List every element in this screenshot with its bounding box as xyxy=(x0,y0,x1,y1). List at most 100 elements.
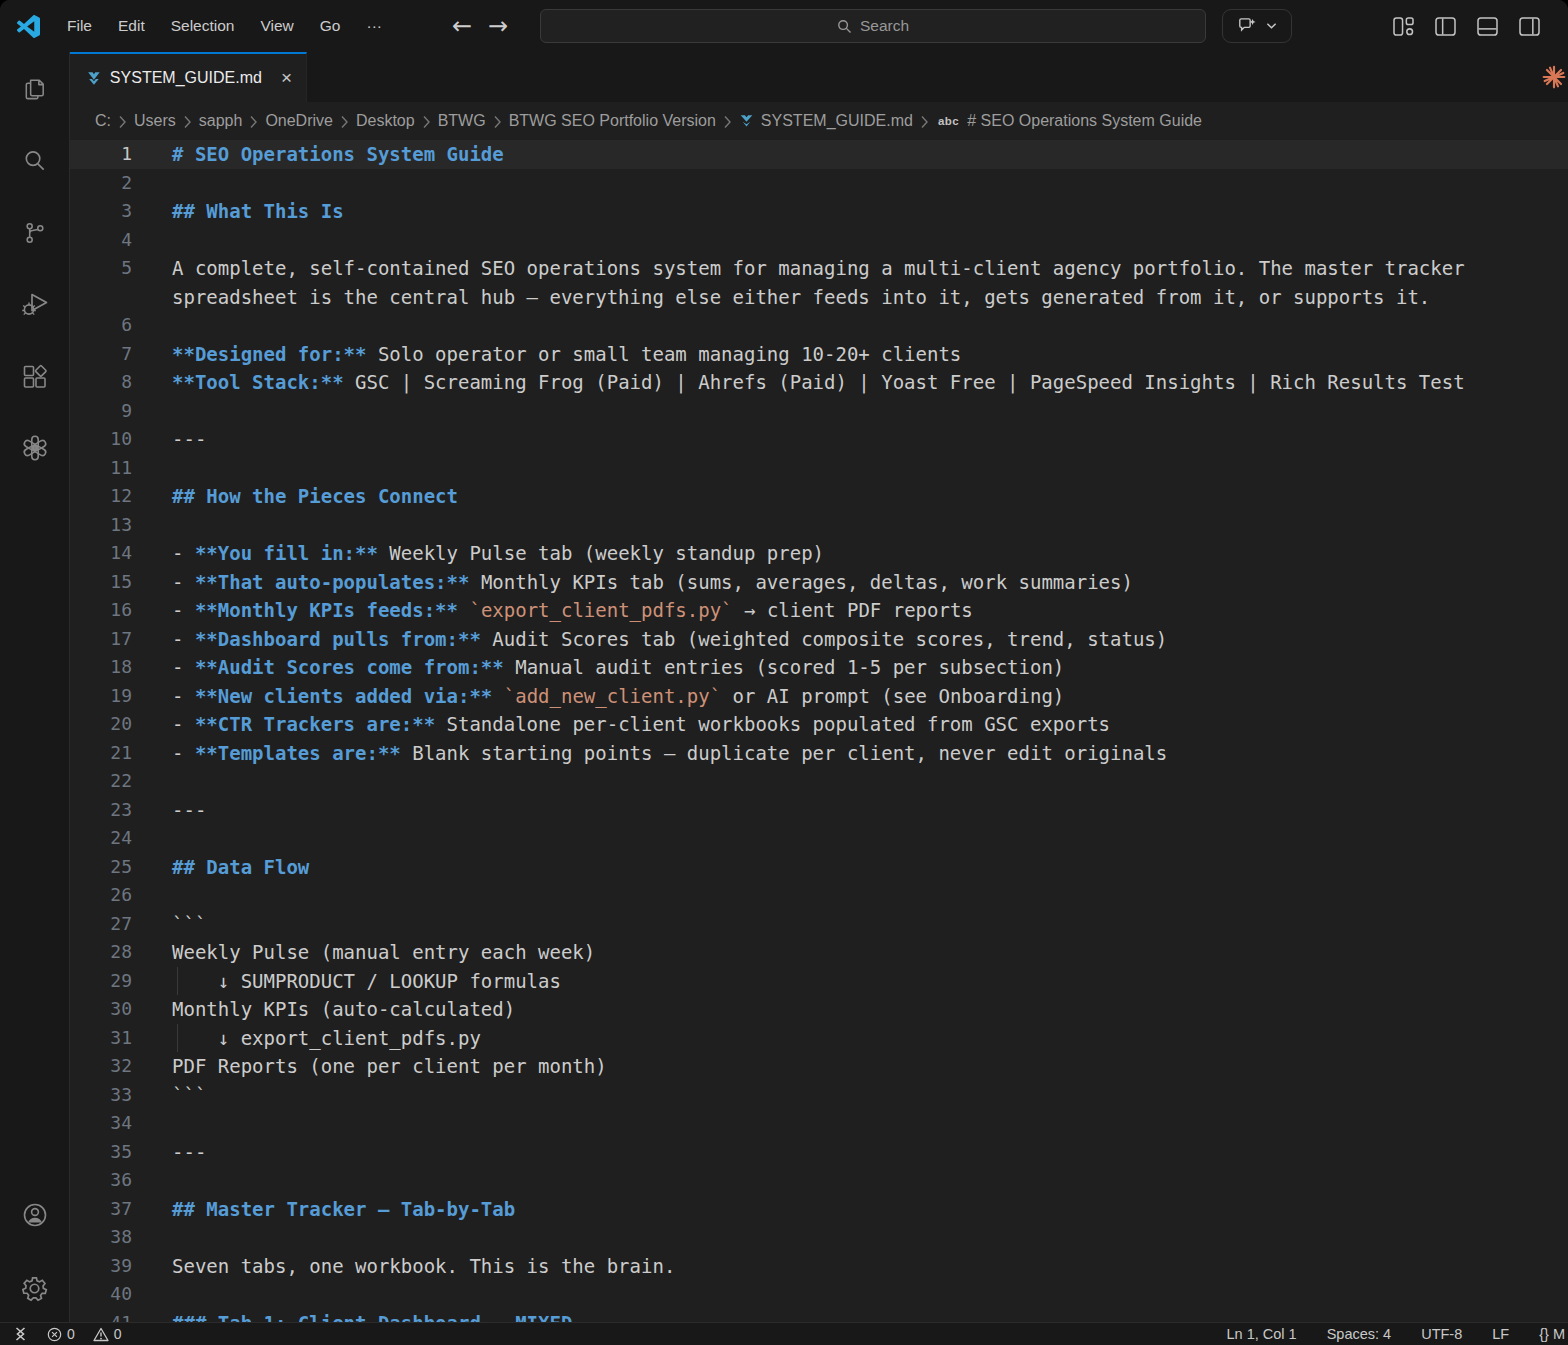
code-line[interactable]: 22 xyxy=(70,767,1568,796)
tab-system-guide[interactable]: SYSTEM_GUIDE.md × xyxy=(70,52,307,102)
breadcrumb-item[interactable]: OneDrive xyxy=(265,112,333,130)
status-language-mode[interactable]: {} M xyxy=(1539,1326,1565,1342)
code-line[interactable]: 17- **Dashboard pulls from:** Audit Scor… xyxy=(70,625,1568,654)
code-line[interactable]: 32PDF Reports (one per client per month) xyxy=(70,1052,1568,1081)
code-line[interactable]: 5A complete, self-contained SEO operatio… xyxy=(70,254,1568,283)
code-line[interactable]: 33``` xyxy=(70,1081,1568,1110)
code-line[interactable]: 27``` xyxy=(70,910,1568,939)
menu-[interactable]: ··· xyxy=(353,0,395,52)
back-arrow-icon[interactable]: ← xyxy=(452,12,472,40)
code-line[interactable]: 26 xyxy=(70,881,1568,910)
breadcrumb-item[interactable]: C: xyxy=(95,112,111,130)
code-line[interactable]: 31 ↓ export_client_pdfs.py xyxy=(70,1024,1568,1053)
code-segment: - xyxy=(172,685,195,707)
code-line[interactable]: 15- **That auto-populates:** Monthly KPI… xyxy=(70,568,1568,597)
code-line[interactable]: 28Weekly Pulse (manual entry each week) xyxy=(70,938,1568,967)
code-line[interactable]: 38 xyxy=(70,1223,1568,1252)
claude-icon[interactable] xyxy=(1541,64,1567,90)
account-icon[interactable] xyxy=(11,1191,59,1239)
code-line[interactable]: 3## What This Is xyxy=(70,197,1568,226)
breadcrumb-symbol[interactable]: # SEO Operations System Guide xyxy=(967,112,1202,130)
layout-customize-icon[interactable] xyxy=(1393,17,1414,36)
code-line[interactable]: 36 xyxy=(70,1166,1568,1195)
settings-gear-icon[interactable] xyxy=(11,1264,59,1312)
menu-view[interactable]: View xyxy=(247,0,306,52)
code-area[interactable]: 1# SEO Operations System Guide23## What … xyxy=(70,140,1568,1322)
menu-selection[interactable]: Selection xyxy=(158,0,248,52)
code-line[interactable]: 1# SEO Operations System Guide xyxy=(70,140,1568,169)
line-number: 34 xyxy=(70,1109,132,1138)
titlebar: FileEditSelectionViewGo··· ← → Search xyxy=(0,0,1568,52)
openai-icon[interactable] xyxy=(11,424,59,472)
run-debug-icon[interactable] xyxy=(11,280,59,328)
line-content: - **New clients added via:** `add_new_cl… xyxy=(132,682,1064,711)
code-line[interactable]: 11 xyxy=(70,454,1568,483)
code-line[interactable]: 16- **Monthly KPIs feeds:** `export_clie… xyxy=(70,596,1568,625)
breadcrumb-item[interactable]: BTWG SEO Portfolio Version xyxy=(509,112,716,130)
status-encoding[interactable]: UTF-8 xyxy=(1421,1326,1462,1342)
warnings-indicator[interactable]: 0 xyxy=(93,1326,122,1342)
status-bar: 0 0 Ln 1, Col 1 Spaces: 4 UTF-8 LF {} M xyxy=(0,1322,1568,1345)
status-cursor-position[interactable]: Ln 1, Col 1 xyxy=(1227,1326,1297,1342)
code-line[interactable]: 10--- xyxy=(70,425,1568,454)
search-sidebar-icon[interactable] xyxy=(11,136,59,184)
errors-indicator[interactable]: 0 xyxy=(47,1326,75,1342)
code-line[interactable]: spreadsheet is the central hub — everyth… xyxy=(70,283,1568,312)
menu-go[interactable]: Go xyxy=(307,0,354,52)
code-line[interactable]: 41### Tab 1: Client Dashboard — MIXED xyxy=(70,1309,1568,1323)
line-number: 19 xyxy=(70,682,132,711)
code-line[interactable]: 24 xyxy=(70,824,1568,853)
source-control-icon[interactable] xyxy=(11,208,59,256)
code-line[interactable]: 21- **Templates are:** Blank starting po… xyxy=(70,739,1568,768)
code-line[interactable]: 12## How the Pieces Connect xyxy=(70,482,1568,511)
code-line[interactable]: 23--- xyxy=(70,796,1568,825)
code-line[interactable]: 40 xyxy=(70,1280,1568,1309)
code-line[interactable]: 13 xyxy=(70,511,1568,540)
line-content: ## Data Flow xyxy=(132,853,309,882)
code-line[interactable]: 8**Tool Stack:** GSC | Screaming Frog (P… xyxy=(70,368,1568,397)
search-input[interactable]: Search xyxy=(540,9,1206,43)
breadcrumb-separator xyxy=(183,115,192,129)
code-line[interactable]: 9 xyxy=(70,397,1568,426)
code-line[interactable]: 35--- xyxy=(70,1138,1568,1167)
copilot-button[interactable] xyxy=(1222,9,1292,43)
line-content xyxy=(132,169,172,198)
forward-arrow-icon[interactable]: → xyxy=(488,12,508,40)
remote-indicator[interactable] xyxy=(12,1326,29,1342)
sidebar-left-icon[interactable] xyxy=(1435,17,1456,36)
line-number: 3 xyxy=(70,197,132,226)
code-line[interactable]: 25## Data Flow xyxy=(70,853,1568,882)
breadcrumb-item[interactable]: sapph xyxy=(199,112,243,130)
code-line[interactable]: 7**Designed for:** Solo operator or smal… xyxy=(70,340,1568,369)
extensions-icon[interactable] xyxy=(11,352,59,400)
breadcrumb-item[interactable]: BTWG xyxy=(438,112,486,130)
code-line[interactable]: 37## Master Tracker — Tab-by-Tab xyxy=(70,1195,1568,1224)
explorer-icon[interactable] xyxy=(11,64,59,112)
status-indentation[interactable]: Spaces: 4 xyxy=(1327,1326,1392,1342)
menu-edit[interactable]: Edit xyxy=(105,0,158,52)
breadcrumb-item[interactable]: Users xyxy=(134,112,176,130)
error-count: 0 xyxy=(67,1326,75,1342)
code-segment: **You fill in:** xyxy=(195,542,378,564)
code-line[interactable]: 4 xyxy=(70,226,1568,255)
code-line[interactable]: 14- **You fill in:** Weekly Pulse tab (w… xyxy=(70,539,1568,568)
code-line[interactable]: 29 ↓ SUMPRODUCT / LOOKUP formulas xyxy=(70,967,1568,996)
code-segment: Weekly Pulse (manual entry each week) xyxy=(172,941,595,963)
line-number: 2 xyxy=(70,169,132,198)
code-line[interactable]: 30Monthly KPIs (auto-calculated) xyxy=(70,995,1568,1024)
code-line[interactable]: 18- **Audit Scores come from:** Manual a… xyxy=(70,653,1568,682)
code-line[interactable]: 2 xyxy=(70,169,1568,198)
close-icon[interactable]: × xyxy=(277,67,296,89)
code-line[interactable]: 19- **New clients added via:** `add_new_… xyxy=(70,682,1568,711)
breadcrumb-item[interactable]: Desktop xyxy=(356,112,415,130)
sidebar-right-icon[interactable] xyxy=(1519,17,1540,36)
panel-bottom-icon[interactable] xyxy=(1477,17,1498,36)
code-line[interactable]: 39Seven tabs, one workbook. This is the … xyxy=(70,1252,1568,1281)
code-line[interactable]: 34 xyxy=(70,1109,1568,1138)
status-eol[interactable]: LF xyxy=(1492,1326,1509,1342)
line-content: ↓ SUMPRODUCT / LOOKUP formulas xyxy=(132,967,561,996)
code-line[interactable]: 6 xyxy=(70,311,1568,340)
menu-file[interactable]: File xyxy=(54,0,105,52)
breadcrumb-file[interactable]: SYSTEM_GUIDE.md xyxy=(761,112,913,130)
code-line[interactable]: 20- **CTR Trackers are:** Standalone per… xyxy=(70,710,1568,739)
